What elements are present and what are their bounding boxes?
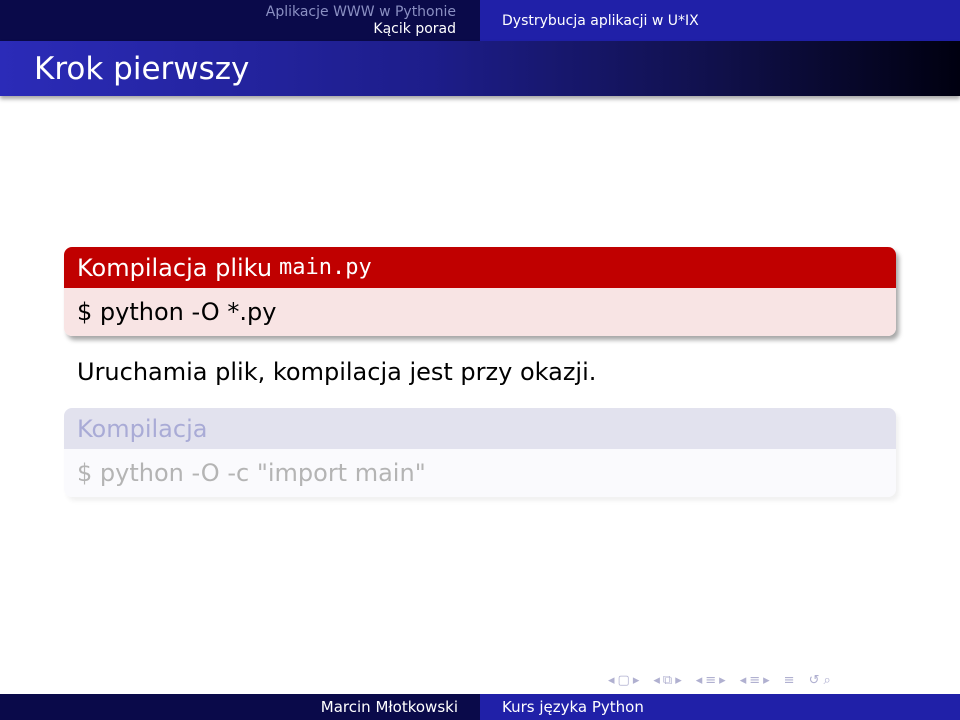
next-subsection-icon[interactable]: ▸ <box>763 673 770 688</box>
block-body: $ python -O -c "import main" <box>64 449 896 497</box>
next-subsection-icon[interactable]: ▸ <box>675 673 682 688</box>
block-title-text: Kompilacja pliku <box>77 253 273 282</box>
command-text: $ python -O *.py <box>77 298 277 326</box>
block-title: Kompilacja pliku main.py <box>64 247 896 288</box>
footer-course: Kurs języka Python <box>502 698 644 716</box>
example-block-active: Kompilacja pliku main.py $ python -O *.p… <box>64 247 896 336</box>
frame-title-bar: Krok pierwszy <box>0 41 960 96</box>
block-title: Kompilacja <box>64 408 896 449</box>
prev-section-icon[interactable]: ◂ <box>696 673 703 688</box>
section-link[interactable]: Aplikacje WWW w Pythonie <box>266 4 456 21</box>
block-body: $ python -O *.py <box>64 288 896 336</box>
footer-author-box: Marcin Młotkowski <box>0 694 480 720</box>
footer-author: Marcin Młotkowski <box>320 698 458 716</box>
search-icon[interactable]: ⌕ <box>823 673 830 688</box>
section-icon[interactable]: ≡ <box>705 673 716 688</box>
subsection-link[interactable]: Kącik porad <box>373 21 456 38</box>
subsection-icon[interactable]: ⧉ <box>663 673 672 688</box>
headline-navigation: Aplikacje WWW w Pythonie Kącik porad <box>0 0 480 41</box>
back-icon[interactable]: ↺ <box>809 673 820 688</box>
block-title-text: Kompilacja <box>77 414 208 443</box>
example-block-inactive: Kompilacja $ python -O -c "import main" <box>64 408 896 497</box>
command-text: $ python -O -c "import main" <box>77 459 426 487</box>
headline: Aplikacje WWW w Pythonie Kącik porad Dys… <box>0 0 960 41</box>
next-section-icon[interactable]: ▸ <box>719 673 726 688</box>
headline-presentation-title: Dystrybucja aplikacji w U*IX <box>480 0 960 41</box>
frame-icon[interactable]: ▢ <box>618 673 630 688</box>
footline: Marcin Młotkowski Kurs języka Python <box>0 694 960 720</box>
prev-subsection-icon[interactable]: ◂ <box>740 673 747 688</box>
prev-subsection-icon[interactable]: ◂ <box>653 673 660 688</box>
next-frame-icon[interactable]: ▸ <box>633 673 640 688</box>
prev-frame-icon[interactable]: ◂ <box>608 673 615 688</box>
navigation-symbols: ◂ ▢ ▸ ◂ ⧉ ▸ ◂ ≡ ▸ ◂ ≡ ▸ ≡ ↺ ⌕ <box>608 671 831 689</box>
presentation-title[interactable]: Dystrybucja aplikacji w U*IX <box>502 13 699 29</box>
align-icon[interactable]: ≡ <box>784 673 795 688</box>
block-title-code: main.py <box>279 255 372 280</box>
description-paragraph: Uruchamia plik, kompilacja jest przy oka… <box>77 358 597 386</box>
section-icon[interactable]: ≡ <box>749 673 760 688</box>
frame-title: Krok pierwszy <box>34 51 250 87</box>
footer-course-box: Kurs języka Python <box>480 694 960 720</box>
